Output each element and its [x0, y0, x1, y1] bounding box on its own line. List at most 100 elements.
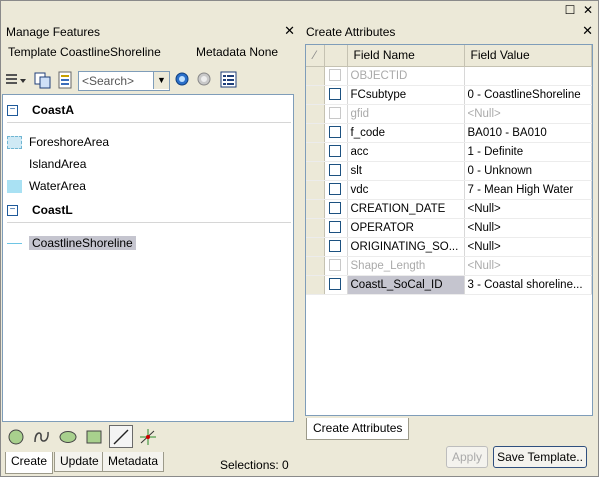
save-template-button[interactable]: Save Template..	[493, 446, 587, 468]
tab-update[interactable]: Update	[54, 452, 105, 472]
field-value-cell[interactable]: 0 - CoastlineShoreline	[464, 85, 592, 105]
field-value-cell[interactable]: BA010 - BA010	[464, 123, 592, 143]
foreshore-area-swatch-icon	[7, 136, 22, 150]
row-checkbox-cell[interactable]	[324, 275, 348, 295]
table-row[interactable]: CREATION_DATE <Null>	[306, 199, 592, 219]
clear-search-icon[interactable]	[196, 71, 214, 89]
row-selector[interactable]	[306, 66, 325, 86]
ellipse-tool-icon[interactable]	[58, 427, 78, 447]
checkbox[interactable]	[328, 221, 341, 234]
row-selector[interactable]	[306, 180, 325, 200]
table-row[interactable]: OPERATOR <Null>	[306, 218, 592, 238]
row-selector[interactable]	[306, 237, 325, 257]
checkbox-header	[324, 45, 348, 67]
line-tool-icon[interactable]	[109, 425, 133, 448]
row-checkbox-cell[interactable]	[324, 123, 348, 143]
row-checkbox-cell[interactable]	[324, 142, 348, 162]
template-properties-icon[interactable]	[56, 71, 74, 89]
row-selector[interactable]	[306, 218, 325, 238]
checkbox[interactable]	[328, 88, 341, 101]
row-selector[interactable]	[306, 85, 325, 105]
row-selector[interactable]	[306, 161, 325, 181]
row-selector[interactable]	[306, 142, 325, 162]
checkbox[interactable]	[328, 126, 341, 139]
collapse-icon[interactable]: −	[7, 205, 18, 217]
row-checkbox-cell[interactable]	[324, 66, 348, 86]
checkbox[interactable]	[328, 164, 341, 177]
checkbox[interactable]	[328, 145, 341, 158]
row-selector-header[interactable]: ⁄	[306, 45, 325, 67]
view-list-icon[interactable]	[220, 71, 238, 89]
checkbox[interactable]	[328, 183, 341, 196]
feature-item-foreshorearea[interactable]: ForeshoreArea	[7, 133, 109, 151]
point-tool-icon[interactable]	[6, 427, 26, 447]
checkbox[interactable]	[328, 278, 341, 291]
close-icon[interactable]: ✕	[581, 3, 595, 17]
row-selector[interactable]	[306, 104, 325, 124]
trace-tool-icon[interactable]	[138, 427, 158, 447]
table-row[interactable]: CoastL_SoCal_ID 3 - Coastal shoreline...	[306, 275, 592, 295]
row-checkbox-cell[interactable]	[324, 237, 348, 257]
row-checkbox-cell[interactable]	[324, 199, 348, 219]
row-checkbox-cell[interactable]	[324, 218, 348, 238]
field-value-cell[interactable]: 1 - Definite	[464, 142, 592, 162]
table-row[interactable]: ORIGINATING_SO... <Null>	[306, 237, 592, 257]
maximize-icon[interactable]: ☐	[563, 3, 577, 17]
field-name-cell: f_code	[347, 123, 465, 143]
search-icon[interactable]	[174, 71, 192, 89]
column-header-field-value[interactable]: Field Value	[464, 45, 592, 67]
row-checkbox-cell[interactable]	[324, 256, 348, 276]
collapse-icon[interactable]: −	[7, 105, 18, 117]
field-value-cell[interactable]: 3 - Coastal shoreline...	[464, 275, 592, 295]
group-header-coasta[interactable]: − CoastA	[7, 101, 74, 119]
copy-template-icon[interactable]	[34, 71, 52, 89]
checkbox[interactable]	[328, 202, 341, 215]
field-value-cell[interactable]	[464, 66, 592, 86]
table-row[interactable]: vdc 7 - Mean High Water	[306, 180, 592, 200]
tab-create-attributes[interactable]: Create Attributes	[306, 418, 410, 440]
checkbox[interactable]	[328, 240, 341, 253]
feature-item-waterarea[interactable]: WaterArea	[7, 177, 86, 195]
row-selector[interactable]	[306, 123, 325, 143]
checkbox[interactable]	[328, 259, 341, 272]
tab-metadata[interactable]: Metadata	[102, 452, 165, 472]
table-row[interactable]: gfid <Null>	[306, 104, 592, 124]
table-row[interactable]: FCsubtype 0 - CoastlineShoreline	[306, 85, 592, 105]
organize-templates-icon[interactable]	[5, 71, 26, 89]
row-checkbox-cell[interactable]	[324, 104, 348, 124]
field-value-cell[interactable]: 0 - Unknown	[464, 161, 592, 181]
rectangle-tool-icon[interactable]	[84, 427, 104, 447]
table-row[interactable]: slt 0 - Unknown	[306, 161, 592, 181]
field-value-cell[interactable]: <Null>	[464, 218, 592, 238]
template-info-row: Template CoastlineShoreline Metadata Non…	[6, 43, 296, 61]
field-value-cell[interactable]: <Null>	[464, 199, 592, 219]
field-value-cell[interactable]: <Null>	[464, 237, 592, 257]
create-attributes-close-icon[interactable]: ✕	[582, 24, 593, 38]
table-row[interactable]: f_code BA010 - BA010	[306, 123, 592, 143]
row-selector[interactable]	[306, 275, 325, 295]
table-row[interactable]: Shape_Length <Null>	[306, 256, 592, 276]
feature-item-coastlineshoreline[interactable]: CoastlineShoreline	[7, 234, 136, 252]
feature-item-islandarea[interactable]: IslandArea	[7, 155, 86, 173]
group-header-coastl[interactable]: − CoastL	[7, 201, 73, 219]
manage-features-close-icon[interactable]: ✕	[284, 24, 295, 38]
table-row[interactable]: acc 1 - Definite	[306, 142, 592, 162]
search-dropdown-icon[interactable]: ▼	[153, 72, 169, 89]
column-header-field-name[interactable]: Field Name	[347, 45, 465, 67]
shoreline-line-swatch-icon	[7, 243, 22, 245]
field-value-cell[interactable]: <Null>	[464, 104, 592, 124]
apply-button[interactable]: Apply	[446, 446, 488, 468]
field-value-cell[interactable]: <Null>	[464, 256, 592, 276]
freehand-tool-icon[interactable]	[32, 427, 52, 447]
table-row[interactable]: OBJECTID	[306, 66, 592, 86]
row-selector[interactable]	[306, 199, 325, 219]
checkbox[interactable]	[328, 107, 341, 120]
row-checkbox-cell[interactable]	[324, 180, 348, 200]
row-checkbox-cell[interactable]	[324, 85, 348, 105]
tab-create[interactable]: Create	[5, 452, 54, 474]
checkbox[interactable]	[328, 69, 341, 82]
field-value-cell[interactable]: 7 - Mean High Water	[464, 180, 592, 200]
row-checkbox-cell[interactable]	[324, 161, 348, 181]
row-selector[interactable]	[306, 256, 325, 276]
attribute-grid: ⁄ Field Name Field Value OBJECTID FCsubty…	[305, 44, 593, 416]
